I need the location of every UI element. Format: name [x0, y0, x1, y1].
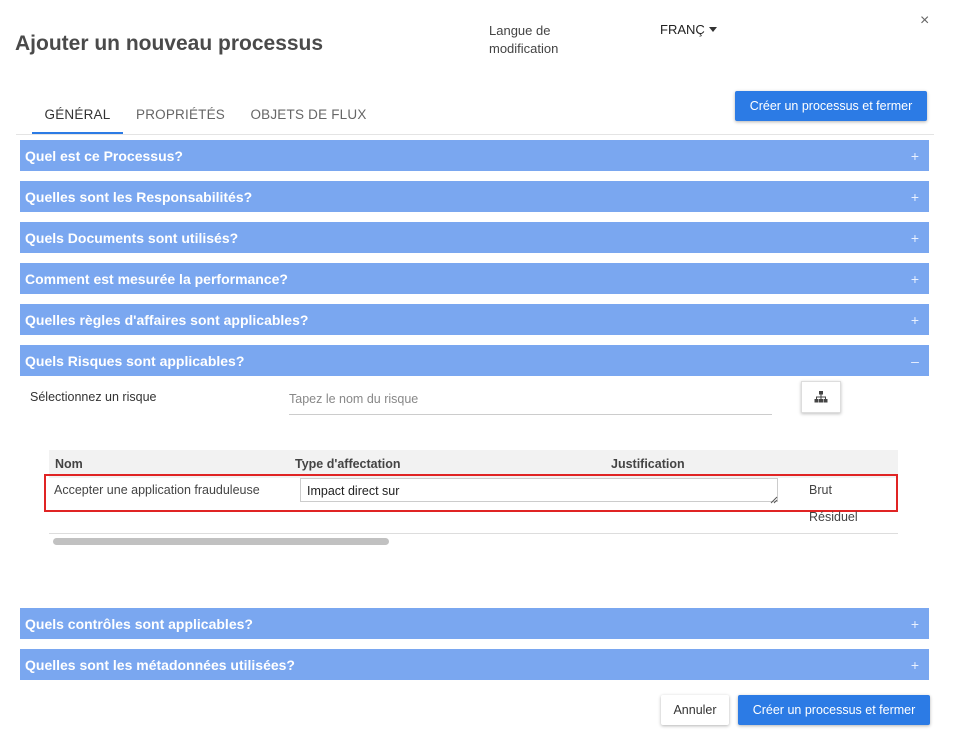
section-title: Quels Risques sont applicables?	[25, 352, 245, 369]
language-label: Langue de modification	[489, 23, 559, 56]
close-icon[interactable]: ×	[920, 12, 929, 30]
collapse-icon: –	[911, 352, 919, 369]
tab-general[interactable]: GÉNÉRAL	[32, 96, 123, 134]
section-documents[interactable]: Quels Documents sont utilisés? +	[20, 222, 929, 253]
section-performance[interactable]: Comment est mesurée la performance? +	[20, 263, 929, 294]
section-controls[interactable]: Quels contrôles sont applicables? +	[20, 608, 929, 639]
language-value: FRANÇ	[660, 22, 705, 37]
column-header-name: Nom	[55, 457, 83, 471]
section-metadata[interactable]: Quelles sont les métadonnées utilisées? …	[20, 649, 929, 680]
section-title: Comment est mesurée la performance?	[25, 270, 288, 287]
create-process-close-button[interactable]: Créer un processus et fermer	[738, 695, 930, 725]
tab-flow-objects[interactable]: OBJETS DE FLUX	[245, 96, 372, 132]
column-header-justification: Justification	[611, 457, 685, 471]
level-gross-cell: Brut	[809, 483, 832, 497]
dialog-title: Ajouter un nouveau processus	[15, 32, 324, 55]
justification-textarea[interactable]: Impact direct sur	[300, 478, 778, 502]
expand-icon: +	[910, 229, 920, 246]
section-what-is-process[interactable]: Quel est ce Processus? +	[20, 140, 929, 171]
expand-icon: +	[910, 656, 920, 673]
section-title: Quelles sont les Responsabilités?	[25, 188, 253, 205]
scrollbar-thumb[interactable]	[53, 538, 389, 545]
hierarchy-icon	[814, 391, 828, 403]
section-title: Quels contrôles sont applicables?	[25, 615, 253, 632]
section-title: Quelles sont les métadonnées utilisées?	[25, 656, 295, 673]
caret-down-icon	[708, 27, 717, 32]
section-title: Quels Documents sont utilisés?	[25, 229, 239, 246]
column-header-type: Type d'affectation	[295, 457, 401, 471]
risk-name-cell: Accepter une application frauduleuse	[54, 483, 260, 497]
tab-bar: GÉNÉRAL PROPRIÉTÉS OBJETS DE FLUX	[16, 96, 934, 135]
level-residual-cell: Résiduel	[809, 510, 858, 524]
section-title: Quel est ce Processus?	[25, 147, 183, 164]
language-select[interactable]: FRANÇ	[660, 22, 717, 37]
section-responsibilities[interactable]: Quelles sont les Responsabilités? +	[20, 181, 929, 212]
resize-grip-icon[interactable]	[770, 496, 778, 504]
select-risk-label: Sélectionnez un risque	[30, 390, 157, 404]
section-title: Quelles règles d'affaires sont applicabl…	[25, 311, 309, 328]
cancel-button[interactable]: Annuler	[661, 695, 729, 725]
risk-search-input[interactable]	[289, 384, 772, 415]
expand-icon: +	[910, 270, 920, 287]
section-business-rules[interactable]: Quelles règles d'affaires sont applicabl…	[20, 304, 929, 335]
section-risks[interactable]: Quels Risques sont applicables? –	[20, 345, 929, 376]
expand-icon: +	[910, 188, 920, 205]
expand-icon: +	[910, 615, 920, 632]
expand-icon: +	[910, 147, 920, 164]
hierarchy-picker-button[interactable]	[801, 381, 841, 413]
expand-icon: +	[910, 311, 920, 328]
tab-properties[interactable]: PROPRIÉTÉS	[130, 96, 231, 132]
